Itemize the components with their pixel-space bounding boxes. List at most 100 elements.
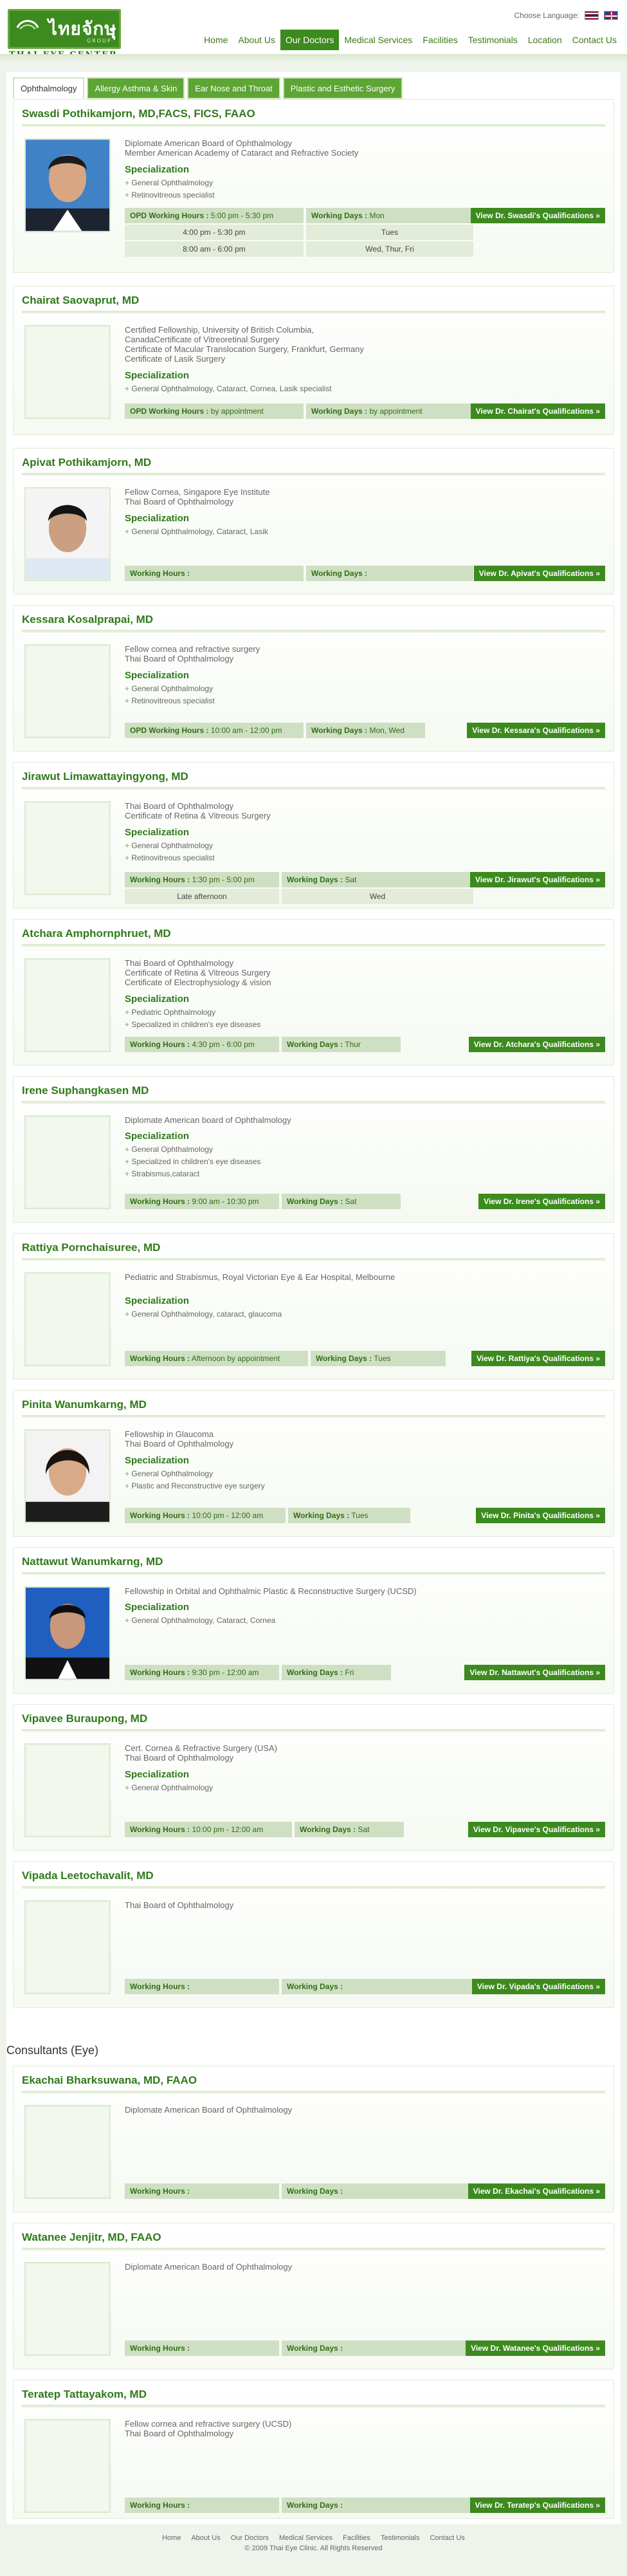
- doctor-photo-placeholder: [24, 2419, 111, 2513]
- footer-link-contact-us[interactable]: Contact Us: [430, 2534, 464, 2542]
- credentials: Thai Board of Ophthalmology Certificate …: [125, 801, 271, 820]
- view-qualifications-button[interactable]: View Dr. Chairat's Qualifications »: [470, 403, 605, 419]
- footer-link-about-us[interactable]: About Us: [191, 2534, 220, 2542]
- nav-location[interactable]: Location: [523, 30, 567, 50]
- specialization-item: Specialized in children's eye diseases: [125, 1157, 260, 1166]
- credentials: Diplomate American board of Ophthalmolog…: [125, 1115, 291, 1125]
- tab-ear-nose-throat[interactable]: Ear Nose and Throat: [187, 77, 280, 99]
- tab-allergy-asthma-skin[interactable]: Allergy Asthma & Skin: [87, 77, 185, 99]
- specialization-item: General Ophthalmology, Cataract, Cornea,…: [125, 384, 331, 393]
- consultants-heading: Consultants (Eye): [6, 2044, 99, 2057]
- divider: [22, 787, 605, 790]
- nav-about-us[interactable]: About Us: [233, 30, 280, 50]
- specialization-item: Retinovitreous specialist: [125, 853, 214, 862]
- view-qualifications-button[interactable]: View Dr. Jirawut's Qualifications »: [469, 872, 605, 887]
- footer-link-home[interactable]: Home: [162, 2534, 181, 2542]
- footer-link-testimonials[interactable]: Testimonials: [381, 2534, 420, 2542]
- working-days: Working Days :: [282, 2497, 473, 2513]
- logo-eye-icon: [16, 20, 39, 30]
- doctor-photo: [24, 1429, 111, 1523]
- specialization-item: Retinovitreous specialist: [125, 696, 214, 705]
- nav-testimonials[interactable]: Testimonials: [463, 30, 523, 50]
- doctor-name: Vipavee Buraupong, MD: [22, 1712, 148, 1725]
- tab-ophthalmology[interactable]: Ophthalmology: [13, 77, 85, 99]
- nav-home[interactable]: Home: [199, 30, 233, 50]
- doctor-card: Kessara Kosalprapai, MD Fellow cornea an…: [13, 605, 614, 752]
- view-qualifications-button[interactable]: View Dr. Swasdi's Qualifications »: [470, 208, 605, 223]
- view-qualifications-button[interactable]: View Dr. Teratep's Qualifications »: [469, 2497, 605, 2513]
- nav-medical-services[interactable]: Medical Services: [339, 30, 417, 50]
- specialization-heading: Specialization: [125, 1295, 190, 1306]
- view-qualifications-button[interactable]: View Dr. Apivat's Qualifications »: [473, 566, 605, 581]
- credentials: Fellow Cornea, Singapore Eye Institute T…: [125, 487, 270, 506]
- working-days: Working Days : Sat: [282, 872, 473, 887]
- consultant-card: Ekachai Bharksuwana, MD, FAAO Diplomate …: [13, 2066, 614, 2212]
- doctor-photo: [24, 487, 111, 581]
- footer-link-our-doctors[interactable]: Our Doctors: [231, 2534, 269, 2542]
- footer-links: Home About Us Our Doctors Medical Servic…: [0, 2534, 627, 2542]
- doctor-photo: [24, 138, 111, 232]
- specialization-item: Strabismus,cataract: [125, 1169, 199, 1178]
- thai-flag-icon[interactable]: [585, 11, 599, 20]
- doctor-name: Nattawut Wanumkarng, MD: [22, 1555, 163, 1568]
- specialization-heading: Specialization: [125, 1602, 190, 1613]
- working-hours-extra: Late afternoon: [125, 889, 279, 904]
- view-qualifications-button[interactable]: View Dr. Rattiya's Qualifications »: [471, 1351, 605, 1366]
- specialization-heading: Specialization: [125, 670, 190, 681]
- specialty-tabs: Ophthalmology Allergy Asthma & Skin Ear …: [13, 77, 614, 99]
- consultant-card: Watanee Jenjitr, MD, FAAO Diplomate Amer…: [13, 2223, 614, 2369]
- doctor-photo-placeholder: [24, 2262, 111, 2356]
- specialization-item: General Ophthalmology: [125, 1783, 213, 1792]
- working-days: Working Days :: [282, 2340, 473, 2356]
- site-header: ไทยจักษุ GROUP THAI EYE CENTER Choose La…: [0, 0, 627, 62]
- view-qualifications-button[interactable]: View Dr. Vipada's Qualifications »: [471, 1979, 605, 1994]
- working-days: Working Days :: [282, 1979, 473, 1994]
- doctor-name: Apivat Pothikamjorn, MD: [22, 456, 152, 468]
- working-hours: Working Hours :: [125, 2183, 279, 2199]
- divider: [22, 2091, 605, 2093]
- specialization-item: General Ophthalmology, cataract, glaucom…: [125, 1310, 282, 1319]
- doctor-photo-placeholder: [24, 1743, 111, 1837]
- footer-link-medical-services[interactable]: Medical Services: [279, 2534, 332, 2542]
- working-hours: Working Hours : 4:30 pm - 6:00 pm: [125, 1037, 279, 1052]
- doctor-photo-placeholder: [24, 1272, 111, 1366]
- doctor-card: Pinita Wanumkarng, MD Fellowship in Glau…: [13, 1390, 614, 1537]
- working-hours: Working Hours :: [125, 1979, 279, 1994]
- working-days: Working Days : Mon, Wed: [306, 723, 425, 738]
- view-qualifications-button[interactable]: View Dr. Irene's Qualifications »: [478, 1194, 605, 1209]
- specialization-heading: Specialization: [125, 513, 190, 524]
- view-qualifications-button[interactable]: View Dr. Pinita's Qualifications »: [476, 1508, 605, 1523]
- view-qualifications-button[interactable]: View Dr. Kessara's Qualifications »: [467, 723, 605, 738]
- logo[interactable]: ไทยจักษุ GROUP: [8, 9, 121, 49]
- nav-facilities[interactable]: Facilities: [417, 30, 462, 50]
- doctor-name: Teratep Tattayakom, MD: [22, 2388, 147, 2400]
- view-qualifications-button[interactable]: View Dr. Atchara's Qualifications »: [468, 1037, 605, 1052]
- doctor-photo-placeholder: [24, 325, 111, 419]
- consultant-card: Teratep Tattayakom, MD Fellow cornea and…: [13, 2380, 614, 2519]
- doctor-name: Jirawut Limawattayingyong, MD: [22, 770, 188, 783]
- view-qualifications-button[interactable]: View Dr. Vipavee's Qualifications »: [468, 1822, 605, 1837]
- divider: [22, 1258, 605, 1261]
- working-hours: Working Hours : 1:30 pm - 5:00 pm: [125, 872, 279, 887]
- working-hours: Working Hours : Afternoon by appointment: [125, 1351, 308, 1366]
- credentials: Fellowship in Glaucoma Thai Board of Oph…: [125, 1429, 234, 1449]
- credentials: Fellow cornea and refractive surgery (UC…: [125, 2419, 292, 2438]
- specialization-heading: Specialization: [125, 994, 190, 1005]
- view-qualifications-button[interactable]: View Dr. Ekachai's Qualifications »: [468, 2183, 605, 2199]
- doctor-card: Atchara Amphornphruet, MD Thai Board of …: [13, 919, 614, 1066]
- doctor-name: Kessara Kosalprapai, MD: [22, 613, 154, 625]
- nav-our-doctors[interactable]: Our Doctors: [280, 30, 340, 50]
- logo-subtext: GROUP: [87, 38, 112, 44]
- view-qualifications-button[interactable]: View Dr. Watanee's Qualifications »: [466, 2340, 605, 2356]
- footer-link-facilities[interactable]: Facilities: [343, 2534, 370, 2542]
- nav-contact-us[interactable]: Contact Us: [567, 30, 622, 50]
- doctor-name: Pinita Wanumkarng, MD: [22, 1398, 147, 1411]
- tab-plastic-esthetic-surgery[interactable]: Plastic and Esthetic Surgery: [282, 77, 403, 99]
- divider: [22, 630, 605, 633]
- specialization-heading: Specialization: [125, 1455, 190, 1466]
- view-qualifications-button[interactable]: View Dr. Nattawut's Qualifications »: [464, 1665, 605, 1680]
- specialization-item: Pediatric Ophthalmology: [125, 1008, 215, 1017]
- specialization-item: General Ophthalmology: [125, 178, 213, 187]
- working-days: Working Days : Sat: [295, 1822, 404, 1837]
- uk-flag-icon[interactable]: [604, 11, 618, 20]
